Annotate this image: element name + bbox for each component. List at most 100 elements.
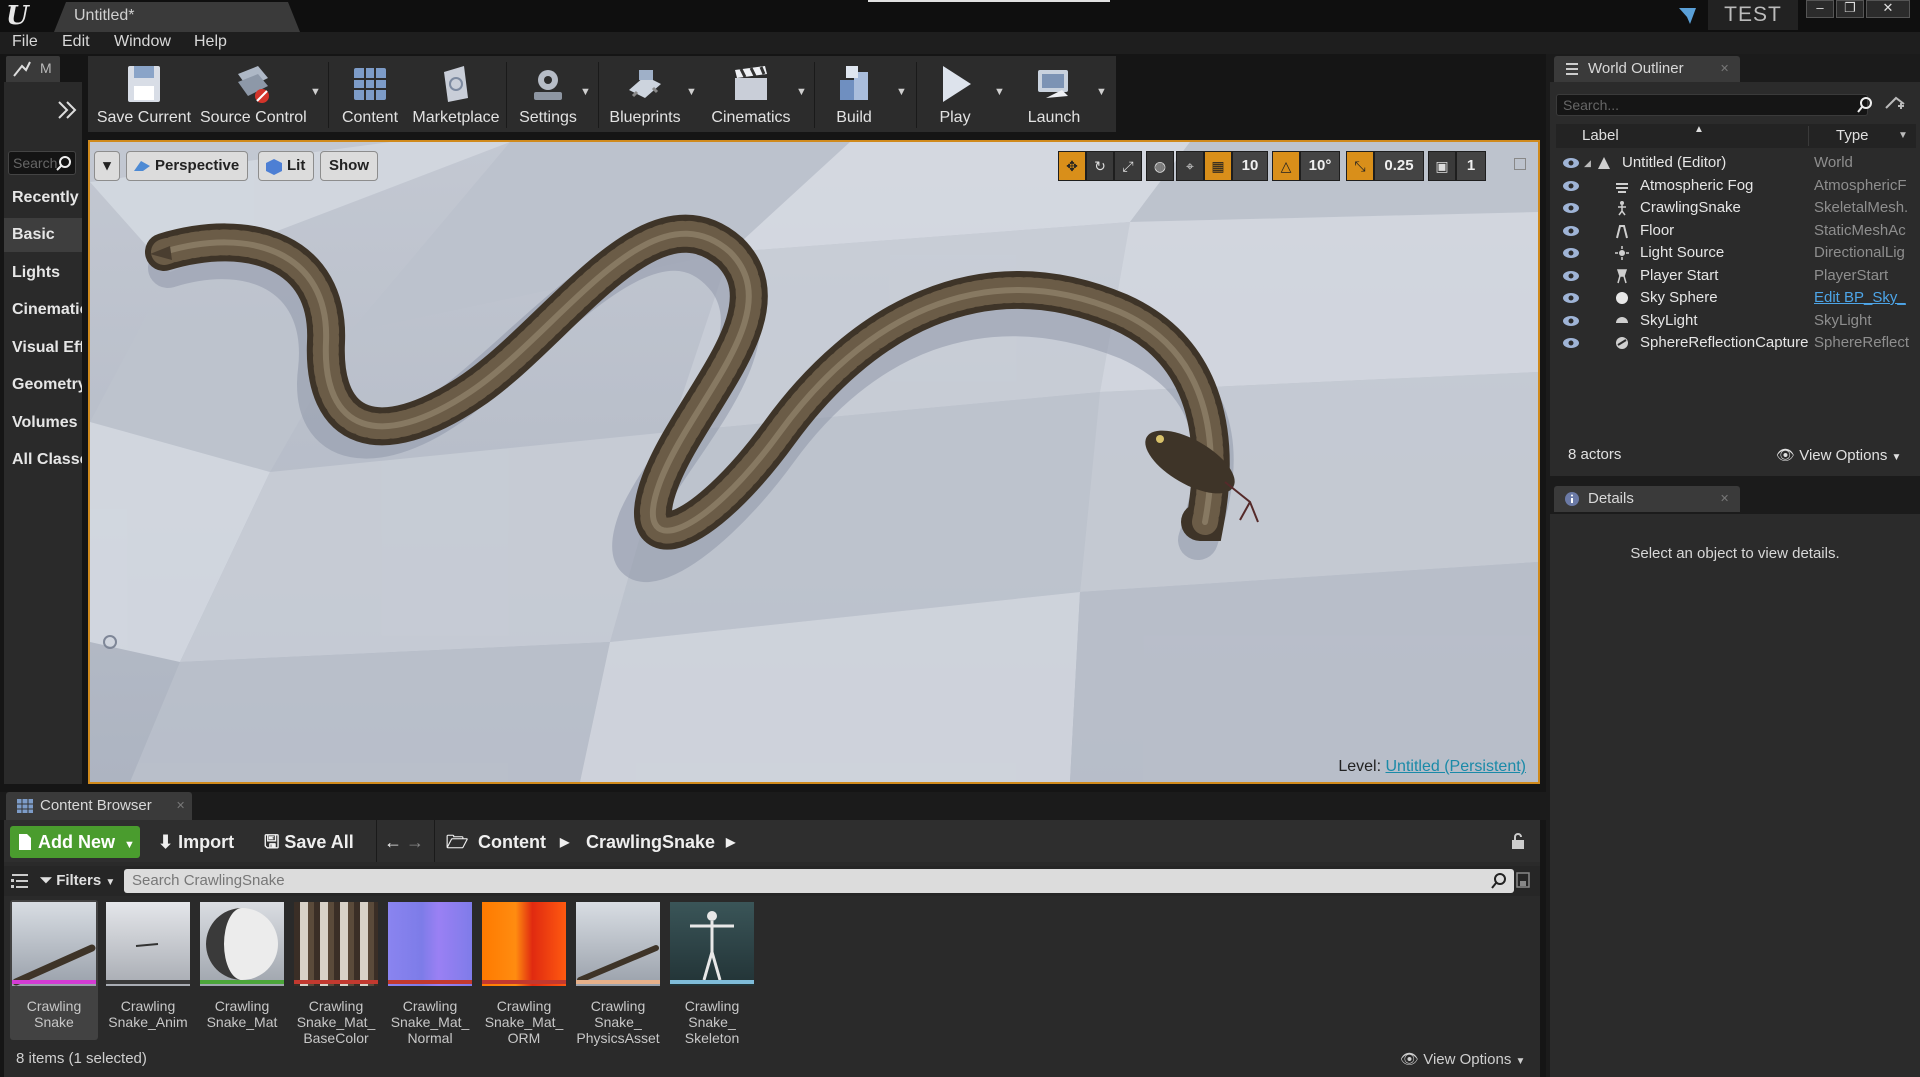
outliner-search-input[interactable]: Search...: [1556, 94, 1868, 116]
asset-tile[interactable]: Crawling Snake_Mat_ BaseColor: [292, 900, 380, 1046]
lock-icon[interactable]: [1510, 832, 1526, 850]
camera-speed-icon[interactable]: ▣: [1428, 151, 1456, 181]
save-current-button[interactable]: Save Current: [90, 56, 198, 132]
details-tab[interactable]: Details ✕: [1554, 486, 1740, 512]
restore-button[interactable]: ❐: [1836, 0, 1864, 18]
content-browser-view-options[interactable]: 👁 View Options ▼: [1400, 1050, 1525, 1068]
content-search-input[interactable]: Search CrawlingSnake: [124, 869, 1514, 893]
settings-button[interactable]: Settings: [510, 56, 586, 132]
add-new-button[interactable]: Add New ▼: [10, 826, 140, 858]
breadcrumb-separator-icon[interactable]: ▶: [560, 826, 569, 858]
menu-window[interactable]: Window: [114, 33, 171, 51]
mode-category-basic[interactable]: Basic: [4, 218, 82, 252]
import-button[interactable]: ⬇ Import: [158, 826, 234, 858]
source-control-button[interactable]: Source Control: [200, 56, 307, 132]
feedback-icon[interactable]: [1676, 4, 1700, 28]
back-arrow-icon[interactable]: ←: [384, 826, 402, 858]
cinematics-dropdown-icon[interactable]: ▼: [796, 86, 807, 98]
asset-tile[interactable]: Crawling Snake_Mat: [198, 900, 286, 1040]
show-flags-button[interactable]: Show: [320, 151, 378, 181]
outliner-row[interactable]: Player Start PlayerStart: [1556, 265, 1916, 287]
translate-mode-icon[interactable]: ✥: [1058, 151, 1086, 181]
visibility-eye-icon[interactable]: [1562, 291, 1580, 305]
mode-category-geometry[interactable]: Geometry: [4, 368, 82, 402]
outliner-column-type[interactable]: Type: [1836, 127, 1869, 144]
surface-snap-icon[interactable]: ⌖: [1176, 151, 1204, 181]
search-icon[interactable]: [1490, 872, 1508, 890]
asset-tile[interactable]: Crawling Snake: [10, 900, 98, 1040]
visibility-eye-icon[interactable]: [1562, 269, 1580, 283]
cinematics-button[interactable]: Cinematics: [704, 56, 798, 132]
document-tab[interactable]: Untitled*: [54, 2, 300, 32]
save-all-button[interactable]: 🖫 Save All: [264, 826, 354, 858]
blueprints-dropdown-icon[interactable]: ▼: [686, 86, 697, 98]
menu-help[interactable]: Help: [194, 33, 227, 51]
forward-arrow-icon[interactable]: →: [406, 826, 424, 858]
rotate-mode-icon[interactable]: ↻: [1086, 151, 1114, 181]
content-button[interactable]: Content: [332, 56, 408, 132]
settings-dropdown-icon[interactable]: ▼: [580, 86, 591, 98]
outliner-row[interactable]: SphereReflectionCapture SphereReflect: [1556, 332, 1916, 354]
visibility-eye-icon[interactable]: [1562, 314, 1580, 328]
asset-tile[interactable]: Crawling Snake_Mat_ Normal: [386, 900, 474, 1046]
expand-chevrons-icon[interactable]: [56, 100, 78, 120]
breadcrumb-separator-icon[interactable]: ▶: [726, 826, 735, 858]
maximize-viewport-icon[interactable]: [1514, 158, 1526, 170]
level-viewport[interactable]: ▾ Perspective Lit Show ✥ ↻ ⤢ ◍ ⌖ ▦ 10 △ …: [88, 140, 1540, 784]
breadcrumb-content[interactable]: Content: [478, 826, 546, 858]
add-actor-icon[interactable]: [1884, 94, 1906, 114]
mode-category-lights[interactable]: Lights: [4, 256, 82, 290]
details-tab-close-icon[interactable]: ✕: [1720, 486, 1729, 512]
unreal-logo-icon[interactable]: U: [6, 2, 36, 30]
outliner-column-label[interactable]: Label: [1582, 127, 1619, 144]
asset-tile[interactable]: Crawling Snake_Anim: [104, 900, 192, 1040]
blueprints-button[interactable]: Blueprints: [602, 56, 688, 132]
sources-panel-toggle-icon[interactable]: [10, 872, 30, 890]
visibility-eye-icon[interactable]: [1562, 201, 1580, 215]
visibility-eye-icon[interactable]: [1562, 224, 1580, 238]
level-name-link[interactable]: Untitled (Persistent): [1386, 758, 1527, 775]
search-icon[interactable]: [1856, 96, 1874, 114]
launch-button[interactable]: Launch: [1012, 56, 1096, 132]
close-button[interactable]: ✕: [1866, 0, 1910, 18]
outliner-row[interactable]: Floor StaticMeshAc: [1556, 220, 1916, 242]
build-button[interactable]: Build: [818, 56, 890, 132]
filters-button[interactable]: ⏷ Filters ▼: [40, 870, 115, 894]
scale-snap-value[interactable]: 0.25: [1374, 151, 1424, 181]
menu-file[interactable]: File: [12, 33, 38, 51]
outliner-row[interactable]: ◢ Untitled (Editor) World: [1556, 152, 1916, 174]
lit-view-mode-button[interactable]: Lit: [258, 151, 315, 181]
rotation-snap-value[interactable]: 10°: [1300, 151, 1340, 181]
outliner-row[interactable]: Atmospheric Fog AtmosphericF: [1556, 175, 1916, 197]
world-outliner-tab-close-icon[interactable]: ✕: [1720, 56, 1729, 82]
modes-search-input[interactable]: Search: [8, 151, 76, 175]
asset-tile[interactable]: Crawling Snake_ Skeleton: [668, 900, 756, 1046]
world-space-icon[interactable]: ◍: [1146, 151, 1174, 181]
scale-mode-icon[interactable]: ⤢: [1114, 151, 1142, 181]
mode-category-visual-effects[interactable]: Visual Eff: [4, 331, 82, 365]
outliner-row[interactable]: SkyLight SkyLight: [1556, 310, 1916, 332]
modes-tab[interactable]: M: [6, 56, 60, 82]
breadcrumb-crawlingsnake[interactable]: CrawlingSnake: [586, 826, 715, 858]
mode-category-all-classes[interactable]: All Classe: [4, 443, 82, 477]
perspective-button[interactable]: Perspective: [126, 151, 249, 181]
marketplace-button[interactable]: Marketplace: [410, 56, 502, 132]
launch-dropdown-icon[interactable]: ▼: [1096, 86, 1107, 98]
menu-edit[interactable]: Edit: [62, 33, 90, 51]
outliner-row-type[interactable]: Edit BP_Sky_: [1814, 287, 1914, 309]
build-dropdown-icon[interactable]: ▼: [896, 86, 907, 98]
outliner-row[interactable]: Light Source DirectionalLig: [1556, 242, 1916, 264]
source-control-dropdown-icon[interactable]: ▼: [310, 86, 321, 98]
mode-category-recently[interactable]: Recently: [4, 181, 82, 215]
grid-snap-value[interactable]: 10: [1232, 151, 1268, 181]
mode-category-volumes[interactable]: Volumes: [4, 406, 82, 440]
visibility-eye-icon[interactable]: [1562, 156, 1580, 170]
scale-snap-icon[interactable]: ⤡: [1346, 151, 1374, 181]
asset-tile[interactable]: Crawling Snake_Mat_ ORM: [480, 900, 568, 1046]
grid-snap-icon[interactable]: ▦: [1204, 151, 1232, 181]
visibility-eye-icon[interactable]: [1562, 246, 1580, 260]
minimize-button[interactable]: –: [1806, 0, 1834, 18]
camera-speed-value[interactable]: 1: [1456, 151, 1486, 181]
visibility-eye-icon[interactable]: [1562, 336, 1580, 350]
content-browser-tab[interactable]: Content Browser ✕: [6, 792, 192, 820]
